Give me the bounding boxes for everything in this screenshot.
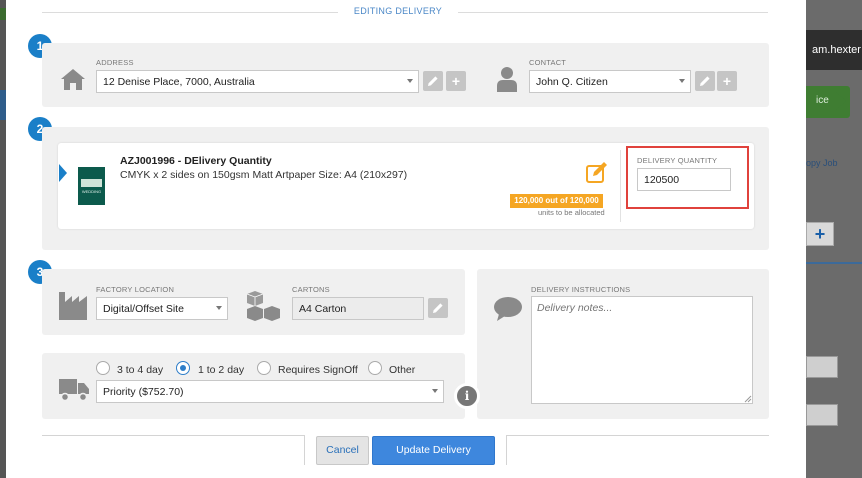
cartons-label: CARTONS xyxy=(292,285,330,294)
cartons-input[interactable]: A4 Carton xyxy=(292,297,424,320)
background-plus-button: + xyxy=(806,222,834,246)
radio-requires-signoff[interactable] xyxy=(257,361,271,375)
edit-contact-button[interactable] xyxy=(695,71,715,91)
modal-title: EDITING DELIVERY xyxy=(353,6,443,16)
address-select[interactable]: 12 Denise Place, 7000, Australia xyxy=(96,70,419,93)
item-divider xyxy=(620,150,621,222)
allocation-badge: 120,000 out of 120,000 xyxy=(510,194,603,208)
radio-label: 1 to 2 day xyxy=(198,364,245,376)
chevron-down-icon xyxy=(407,79,413,83)
pencil-icon xyxy=(433,303,443,313)
edit-address-button[interactable] xyxy=(423,71,443,91)
background-username: am.hexter xyxy=(812,44,861,56)
background-field xyxy=(806,356,838,378)
cancel-button[interactable]: Cancel xyxy=(316,436,369,465)
background-copy-job: opy Job xyxy=(806,158,838,168)
contact-select[interactable]: John Q. Citizen xyxy=(529,70,691,93)
header-divider-left xyxy=(42,12,338,13)
chevron-down-icon xyxy=(216,306,222,310)
item-description: CMYK x 2 sides on 150gsm Matt Artpaper S… xyxy=(120,169,408,181)
home-icon xyxy=(61,69,85,90)
edit-item-icon[interactable] xyxy=(585,161,609,185)
background-arrow-icon xyxy=(836,92,846,110)
delivery-instructions-label: DELIVERY INSTRUCTIONS xyxy=(531,285,631,294)
allocation-sub-label: units to be allocated xyxy=(538,208,605,217)
add-address-button[interactable]: + xyxy=(446,71,466,91)
truck-icon xyxy=(59,379,89,402)
chevron-down-icon xyxy=(432,389,438,393)
person-icon xyxy=(497,67,517,92)
radio-other[interactable] xyxy=(368,361,382,375)
delivery-quantity-label: DELIVERY QUANTITY xyxy=(637,156,718,165)
background-field xyxy=(806,404,838,426)
radio-label: Requires SignOff xyxy=(278,364,358,376)
contact-label: CONTACT xyxy=(529,58,567,67)
resize-grip-icon[interactable] xyxy=(744,395,752,403)
item-code-title: AZJ001996 - DElivery Quantity xyxy=(120,155,272,167)
factory-icon xyxy=(59,292,87,320)
background-divider xyxy=(806,262,862,264)
radio-3-to-4-day[interactable] xyxy=(96,361,110,375)
address-label: ADDRESS xyxy=(96,58,134,67)
footer-divider-right xyxy=(507,435,769,436)
update-delivery-button[interactable]: Update Delivery xyxy=(372,436,495,465)
pencil-icon xyxy=(700,76,710,86)
footer-divider-tick xyxy=(304,435,305,465)
delivery-instructions-textarea[interactable] xyxy=(531,296,753,404)
radio-label: Other xyxy=(389,364,416,376)
expand-arrow-icon[interactable] xyxy=(59,164,67,182)
footer-divider-tick xyxy=(506,435,507,465)
speech-bubble-icon xyxy=(494,297,522,321)
boxes-icon xyxy=(246,291,280,321)
edit-cartons-button[interactable] xyxy=(428,298,448,318)
factory-location-select[interactable]: Digital/Offset Site xyxy=(96,297,228,320)
radio-label: 3 to 4 day xyxy=(117,364,164,376)
header-divider-right xyxy=(458,12,768,13)
item-thumbnail: WEDDING xyxy=(78,167,105,205)
shipping-service-select[interactable]: Priority ($752.70) xyxy=(96,380,444,403)
info-icon[interactable]: i xyxy=(454,383,480,409)
pencil-icon xyxy=(428,76,438,86)
footer-divider-left xyxy=(42,435,304,436)
radio-1-to-2-day[interactable] xyxy=(176,361,190,375)
chevron-down-icon xyxy=(679,79,685,83)
factory-location-label: FACTORY LOCATION xyxy=(96,285,175,294)
delivery-quantity-input[interactable]: 120500 xyxy=(637,168,731,191)
add-contact-button[interactable]: + xyxy=(717,71,737,91)
